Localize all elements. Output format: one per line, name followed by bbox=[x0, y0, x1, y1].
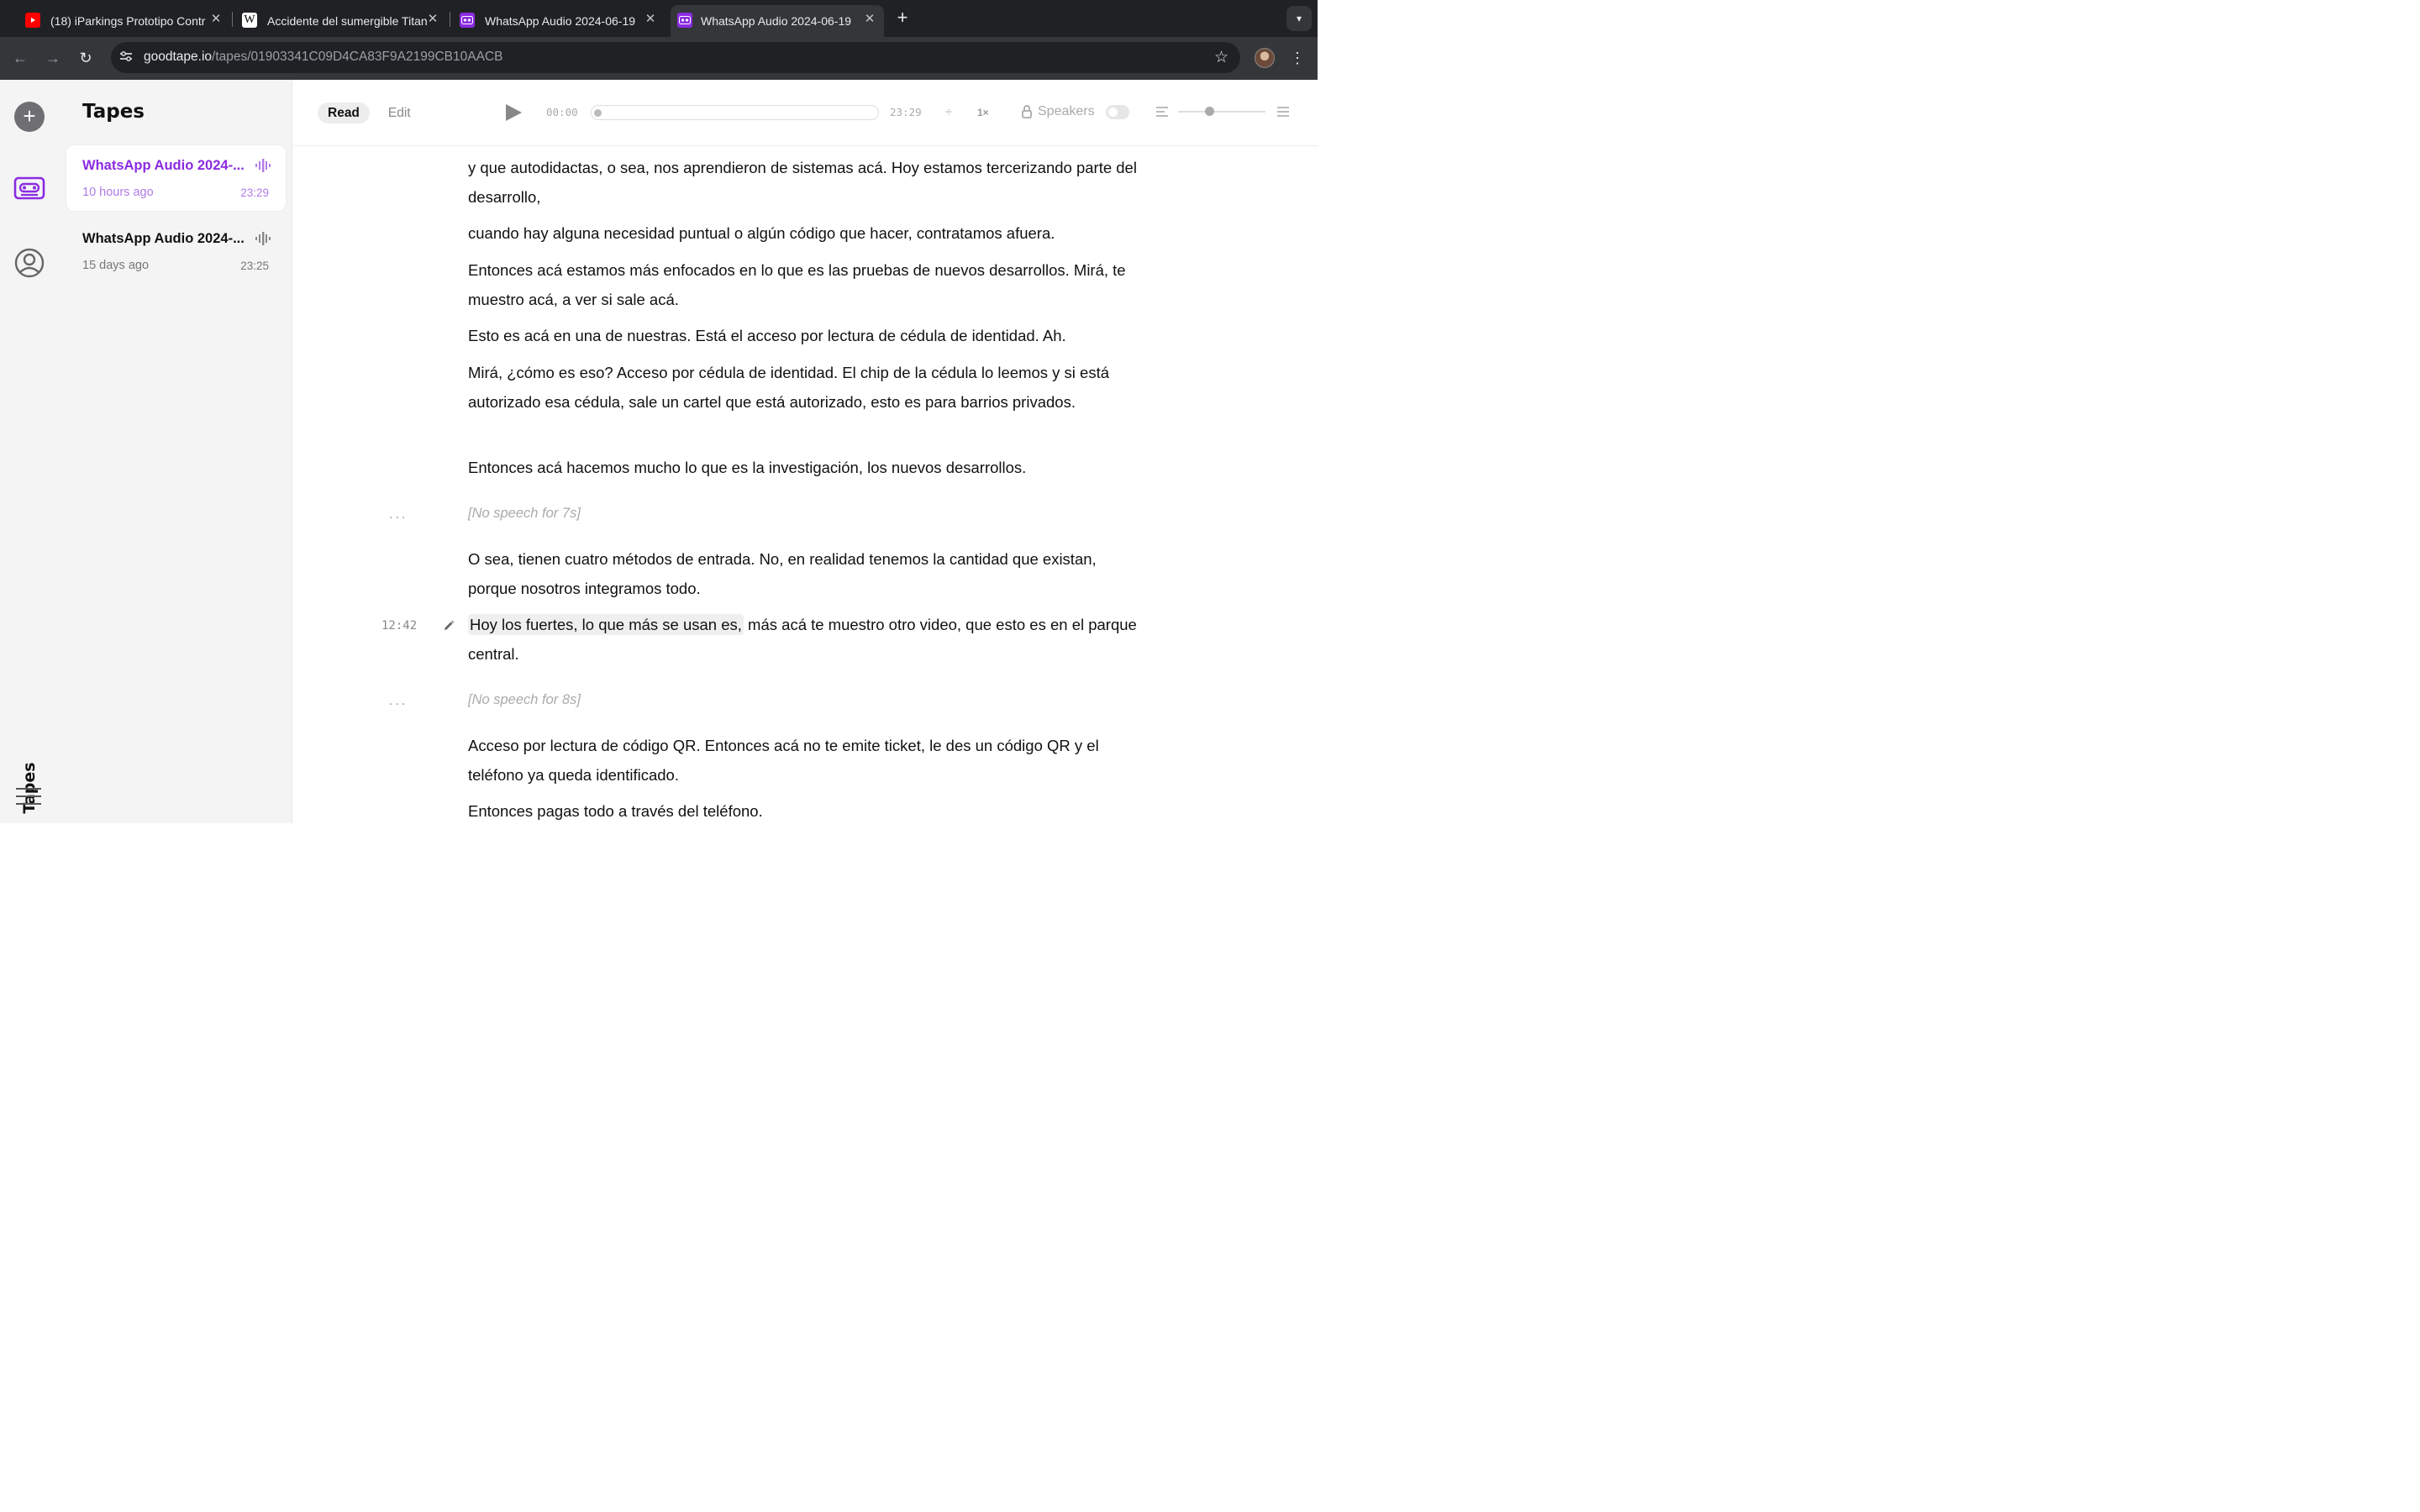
current-phrase-highlight[interactable]: Hoy los fuertes, lo que más se usan es, bbox=[468, 614, 744, 635]
tape-item[interactable]: WhatsApp Audio 2024-... 15 days ago 23:2… bbox=[66, 218, 286, 284]
address-bar[interactable]: goodtape.io/tapes/01903341C09D4CA83F9A21… bbox=[111, 42, 1240, 73]
slider-thumb[interactable] bbox=[1205, 107, 1214, 116]
tapes-nav-icon[interactable] bbox=[13, 176, 45, 201]
total-time: 23:29 bbox=[890, 106, 922, 118]
tab-edit[interactable]: Edit bbox=[378, 102, 421, 123]
tab-search-button[interactable]: ▾ bbox=[1286, 6, 1312, 31]
audio-wave-icon bbox=[255, 232, 271, 245]
progress-scrubber[interactable] bbox=[591, 105, 879, 120]
paragraph-timestamp[interactable]: 12:42 bbox=[381, 619, 417, 633]
tab-title: Accidente del sumergible Titan bbox=[267, 14, 428, 28]
audio-wave-icon bbox=[255, 159, 271, 172]
transcript-view: y que autodidactas, o sea, nos aprendier… bbox=[293, 80, 1318, 823]
pencil-icon[interactable] bbox=[443, 620, 455, 632]
close-icon[interactable]: ✕ bbox=[643, 12, 658, 27]
transcript-paragraph[interactable]: Mirá, ¿cómo es eso? Acceso por cédula de… bbox=[468, 358, 1149, 417]
goodtape-icon bbox=[677, 13, 692, 28]
profile-avatar[interactable] bbox=[1255, 48, 1275, 68]
tape-name: WhatsApp Audio 2024-... bbox=[82, 231, 245, 246]
tab-read[interactable]: Read bbox=[318, 102, 370, 123]
tape-age: 15 days ago bbox=[82, 259, 150, 272]
play-icon[interactable] bbox=[504, 103, 523, 122]
tape-age: 10 hours ago bbox=[82, 186, 154, 199]
close-icon[interactable]: ✕ bbox=[862, 12, 877, 27]
lock-icon bbox=[1021, 104, 1033, 119]
tape-duration: 23:29 bbox=[240, 186, 269, 199]
forward-button[interactable]: → bbox=[42, 47, 64, 69]
browser-menu-icon[interactable]: ⋮ bbox=[1289, 48, 1306, 68]
close-icon[interactable]: ✕ bbox=[425, 12, 440, 27]
text-size-small-icon[interactable] bbox=[1156, 107, 1168, 117]
transcript-paragraph[interactable]: cuando hay alguna necesidad puntual o al… bbox=[468, 218, 1149, 248]
speakers-toggle[interactable] bbox=[1106, 105, 1129, 119]
wikipedia-icon: W bbox=[242, 13, 257, 28]
app-rail: + Tapes bbox=[0, 80, 59, 823]
current-time: 00:00 bbox=[546, 106, 578, 118]
gap-marker: ... bbox=[389, 694, 408, 708]
transcript-paragraph-active[interactable]: Hoy los fuertes, lo que más se usan es, … bbox=[468, 610, 1149, 669]
goodtape-icon bbox=[460, 13, 475, 28]
speakers-label: Speakers bbox=[1038, 104, 1095, 118]
tapes-heading: Tapes bbox=[82, 101, 145, 123]
browser-tab-wikipedia[interactable]: W Accidente del sumergible Titan ✕ bbox=[242, 5, 440, 37]
tape-item-active[interactable]: WhatsApp Audio 2024-... 10 hours ago 23:… bbox=[66, 145, 286, 211]
tape-name: WhatsApp Audio 2024-... bbox=[82, 158, 245, 173]
url-path: /tapes/01903341C09D4CA83F9A2199CB10AACB bbox=[212, 50, 503, 64]
url-text: goodtape.io/tapes/01903341C09D4CA83F9A21… bbox=[144, 50, 502, 65]
transcript-paragraph[interactable]: Entonces acá estamos más enfocados en lo… bbox=[468, 255, 1149, 314]
tape-duration: 23:25 bbox=[240, 260, 269, 272]
browser-tab-goodtape[interactable]: WhatsApp Audio 2024-06-19 ✕ bbox=[460, 5, 658, 37]
browser-toolbar: ← → ↻ goodtape.io/tapes/01903341C09D4CA8… bbox=[0, 37, 1318, 80]
account-icon[interactable] bbox=[13, 247, 45, 279]
browser-tab-youtube[interactable]: (18) iParkings Prototipo Contr ✕ bbox=[25, 5, 224, 37]
url-host: goodtape.io bbox=[144, 50, 213, 64]
mode-tabs: Read Edit bbox=[318, 102, 429, 123]
site-info-icon[interactable] bbox=[118, 50, 134, 66]
add-tape-button[interactable]: + bbox=[14, 102, 45, 132]
gap-marker: ... bbox=[389, 507, 408, 522]
new-tab-button[interactable]: + bbox=[892, 8, 913, 28]
back-button[interactable]: ← bbox=[9, 47, 31, 69]
transcript-paragraph[interactable]: Entonces acá hacemos mucho lo que es la … bbox=[468, 453, 1149, 482]
close-icon[interactable]: ✕ bbox=[208, 12, 224, 27]
reload-button[interactable]: ↻ bbox=[75, 47, 97, 69]
text-size-large-icon[interactable] bbox=[1277, 107, 1289, 117]
playback-speed-button[interactable]: 1× bbox=[977, 107, 989, 118]
transcript-paragraph[interactable]: Esto es acá en una de nuestras. Está el … bbox=[468, 321, 1149, 350]
text-size-slider[interactable] bbox=[1178, 107, 1265, 116]
no-speech-note: [No speech for 7s] bbox=[468, 506, 581, 521]
no-speech-note: [No speech for 8s] bbox=[468, 692, 581, 707]
transcript-paragraph[interactable]: y que autodidactas, o sea, nos aprendier… bbox=[468, 153, 1149, 212]
tapes-panel: Tapes WhatsApp Audio 2024-... 10 hours a… bbox=[59, 80, 292, 823]
tab-title: WhatsApp Audio 2024-06-19 bbox=[485, 14, 636, 28]
bookmark-star-icon[interactable]: ☆ bbox=[1214, 48, 1228, 67]
browser-tab-strip: (18) iParkings Prototipo Contr ✕ W Accid… bbox=[0, 0, 1318, 37]
hamburger-menu-icon[interactable] bbox=[16, 788, 41, 808]
tab-divider bbox=[232, 12, 233, 27]
browser-tab-goodtape-active[interactable]: WhatsApp Audio 2024-06-19 ✕ bbox=[671, 5, 884, 37]
youtube-icon bbox=[25, 13, 40, 28]
tab-title: WhatsApp Audio 2024-06-19 bbox=[701, 14, 852, 28]
split-icon[interactable]: ÷ bbox=[942, 104, 955, 121]
scrubber-knob[interactable] bbox=[594, 109, 602, 117]
transcript-paragraph[interactable]: Acceso por lectura de código QR. Entonce… bbox=[468, 731, 1149, 790]
tab-title: (18) iParkings Prototipo Contr bbox=[50, 14, 206, 28]
transcript-paragraph[interactable]: Entonces pagas todo a través del teléfon… bbox=[468, 796, 1149, 823]
player-bar: Read Edit 00:00 23:29 ÷ 1× Speakers bbox=[293, 80, 1318, 146]
transcript-paragraph[interactable]: O sea, tienen cuatro métodos de entrada.… bbox=[468, 544, 1149, 603]
